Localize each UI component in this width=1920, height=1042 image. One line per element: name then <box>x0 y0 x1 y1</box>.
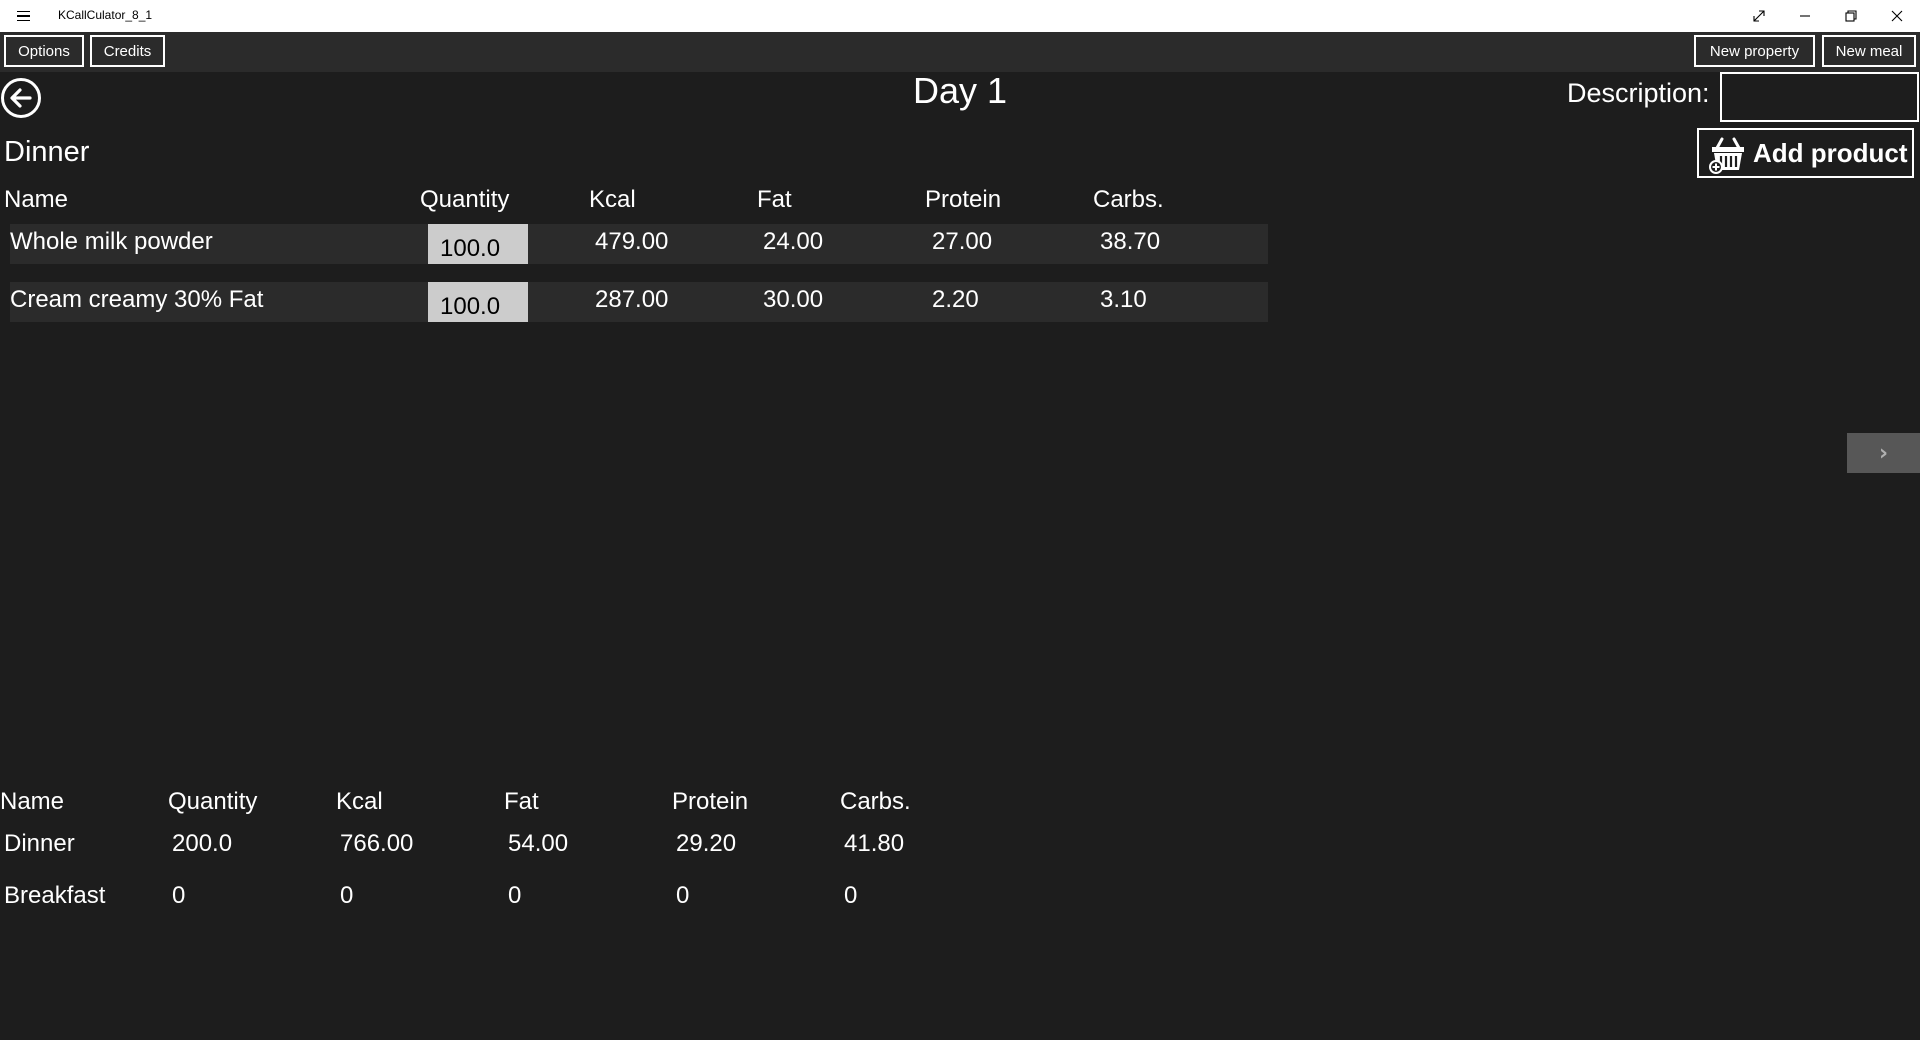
summary-kcal: 0 <box>340 882 354 909</box>
description-label: Description: <box>1567 78 1710 108</box>
summary-header-fat: Fat <box>504 788 539 815</box>
summary-meal-name[interactable]: Breakfast <box>4 882 105 910</box>
column-header-carbs: Carbs. <box>1093 186 1164 213</box>
column-header-protein: Protein <box>925 186 1002 213</box>
summary-protein: 0 <box>676 882 690 909</box>
new-property-button[interactable]: New property <box>1694 35 1815 67</box>
summary-header-quantity: Quantity <box>168 788 258 815</box>
kcal-value: 287.00 <box>595 286 669 313</box>
basket-add-icon <box>1709 137 1744 174</box>
summary-fat: 0 <box>508 882 522 909</box>
summary-meal-name[interactable]: Dinner <box>4 830 75 858</box>
column-header-name: Name <box>4 186 69 213</box>
options-button[interactable]: Options <box>4 35 84 67</box>
carbs-value: 38.70 <box>1100 228 1161 255</box>
summary-header-kcal: Kcal <box>336 788 383 815</box>
table-row[interactable]: Cream creamy 30% Fat 287.00 30.00 2.20 3… <box>10 282 1268 322</box>
column-header-kcal: Kcal <box>589 186 636 213</box>
table-row[interactable]: Whole milk powder 479.00 24.00 27.00 38.… <box>10 224 1268 264</box>
fullscreen-icon[interactable] <box>1736 0 1782 32</box>
back-button[interactable] <box>1 78 41 118</box>
description-input[interactable] <box>1720 72 1919 122</box>
column-header-quantity: Quantity <box>420 186 510 213</box>
add-product-label: Add product <box>1753 138 1908 168</box>
new-meal-button[interactable]: New meal <box>1822 35 1916 67</box>
summary-carbs: 41.80 <box>844 830 905 857</box>
title-bar: KCallCulator_8_1 <box>0 0 1920 32</box>
command-bar: Options Credits New property New meal <box>0 32 1920 72</box>
meal-title: Dinner <box>4 136 90 168</box>
column-header-fat: Fat <box>757 186 792 213</box>
restore-icon[interactable] <box>1828 0 1874 32</box>
fat-value: 24.00 <box>763 228 824 255</box>
add-product-button[interactable]: Add product <box>1697 128 1914 178</box>
kcal-value: 479.00 <box>595 228 669 255</box>
summary-kcal: 766.00 <box>340 830 414 857</box>
chevron-right-icon: › <box>1878 440 1889 466</box>
app-window: KCallCulator_8_1 Options Credits New pro… <box>0 0 1920 1042</box>
next-meal-button[interactable]: › <box>1847 433 1920 473</box>
minimize-icon[interactable] <box>1782 0 1828 32</box>
page-title: Day 1 <box>912 70 1008 111</box>
summary-header-name: Name <box>0 788 65 815</box>
protein-value: 27.00 <box>932 228 993 255</box>
fat-value: 30.00 <box>763 286 824 313</box>
app-title: KCallCulator_8_1 <box>58 8 153 22</box>
quantity-input[interactable] <box>428 224 528 264</box>
quantity-input[interactable] <box>428 282 528 322</box>
close-icon[interactable] <box>1874 0 1920 32</box>
hamburger-menu-icon[interactable] <box>10 6 36 26</box>
summary-header-protein: Protein <box>672 788 749 815</box>
credits-button[interactable]: Credits <box>90 35 165 67</box>
carbs-value: 3.10 <box>1100 286 1147 313</box>
summary-carbs: 0 <box>844 882 858 909</box>
summary-quantity: 200.0 <box>172 830 233 857</box>
back-arrow-icon <box>10 88 32 108</box>
summary-protein: 29.20 <box>676 830 737 857</box>
summary-header-carbs: Carbs. <box>840 788 911 815</box>
product-name: Whole milk powder <box>10 228 213 255</box>
summary-fat: 54.00 <box>508 830 569 857</box>
product-name: Cream creamy 30% Fat <box>10 286 264 313</box>
summary-quantity: 0 <box>172 882 186 909</box>
protein-value: 2.20 <box>932 286 979 313</box>
